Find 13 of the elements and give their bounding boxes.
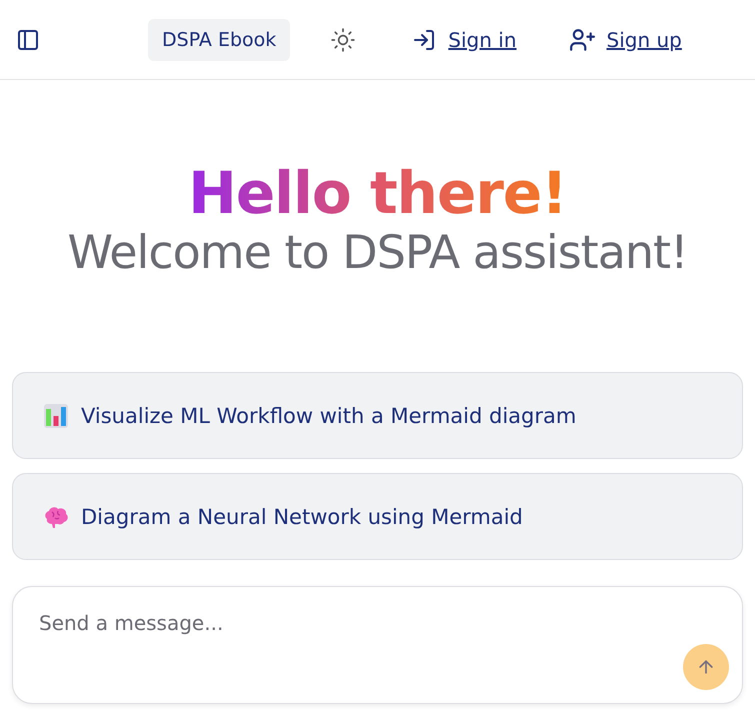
sidebar-toggle-icon[interactable] (16, 28, 40, 52)
suggestion-button[interactable]: Visualize ML Workflow with a Mermaid diagram (12, 372, 743, 459)
sign-in-link[interactable]: Sign in (448, 28, 517, 52)
brain-icon (43, 504, 69, 528)
sun-icon[interactable] (330, 26, 356, 52)
sign-up-link[interactable]: Sign up (606, 28, 682, 52)
bar-chart-icon (43, 402, 69, 428)
add-user-icon[interactable] (568, 26, 595, 52)
sign-in-icon[interactable] (412, 28, 436, 52)
greeting-subtitle: Welcome to DSPA assistant! (66, 226, 689, 278)
suggestion-button[interactable]: Diagram a Neural Network using Mermaid (12, 473, 743, 560)
ebook-button[interactable]: DSPA Ebook (148, 18, 290, 60)
message-input[interactable]: Send a message... (12, 586, 743, 704)
